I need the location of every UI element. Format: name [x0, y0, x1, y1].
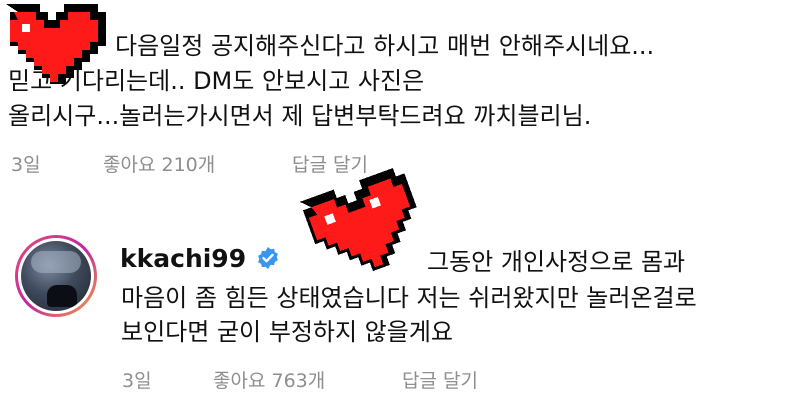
comment-text-line: 마음이 좀 힘든 상태였습니다 저는 쉬러왔지만 놀러온걸로 [121, 284, 697, 312]
comment-text-line: 보인다면 굳이 부정하지 않을게요 [121, 318, 454, 346]
comment-text-line: 올리시구...놀러는가시면서 제 답변부탁드려요 까치블리님. [8, 102, 592, 130]
heart-sticker-icon [6, 4, 106, 84]
comment-text-line: 다음일정 공지해주신다고 하시고 매번 안해주시네요... [115, 32, 655, 60]
verified-badge-icon [258, 247, 278, 269]
like-count-button[interactable]: 좋아요 210개 [103, 150, 215, 177]
heart-sticker-icon [299, 168, 417, 272]
comment-time: 3일 [122, 370, 152, 392]
like-count-button[interactable]: 좋아요 763개 [213, 366, 325, 393]
comment-text-line: 그동안 개인사정으로 몸과 [427, 248, 686, 276]
username-link[interactable]: kkachi99 [120, 244, 246, 273]
comment-time: 3일 [11, 154, 41, 176]
profile-photo [21, 241, 91, 311]
reply-button[interactable]: 답글 달기 [402, 366, 478, 393]
avatar[interactable] [15, 235, 97, 317]
